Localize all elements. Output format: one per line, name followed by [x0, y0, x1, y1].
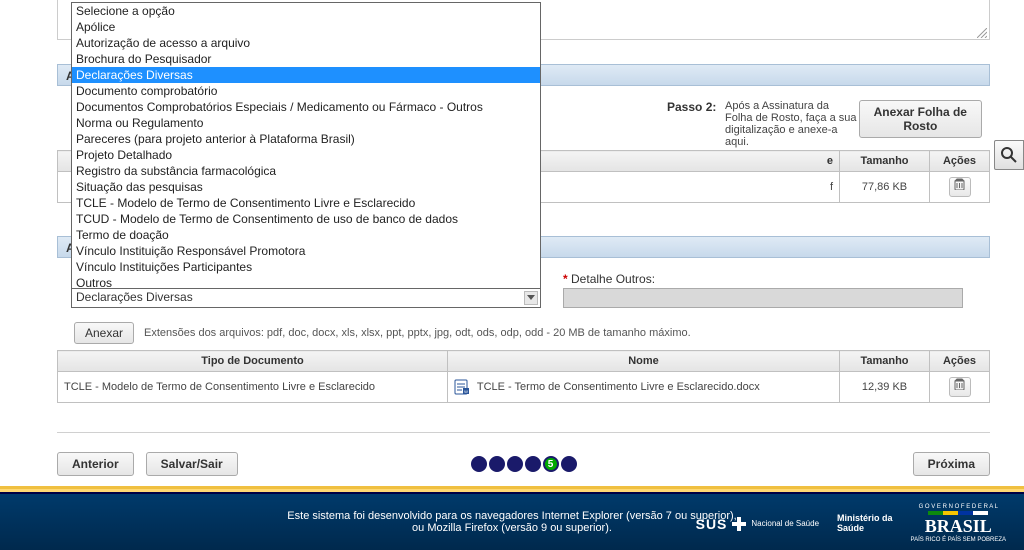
- footer-text: Este sistema foi desenvolvido para os na…: [287, 510, 736, 534]
- file-size-cell: 77,86 KB: [840, 172, 930, 203]
- dropdown-option[interactable]: Autorização de acesso a arquivo: [72, 35, 540, 51]
- passo2-text: Após a Assinatura da Folha de Rosto, faç…: [717, 100, 859, 148]
- tipo-documento-dropdown-list[interactable]: Selecione a opçãoApóliceAutorização de a…: [71, 2, 541, 292]
- documentos-table: Tipo de Documento Nome Tamanho Ações TCL…: [57, 350, 990, 403]
- resize-handle-icon[interactable]: [977, 27, 987, 37]
- svg-text:W: W: [464, 389, 468, 394]
- col-acoes-header: Ações: [930, 151, 990, 172]
- tipo-documento-select[interactable]: Declarações Diversas: [71, 288, 541, 308]
- select-value: Declarações Diversas: [76, 290, 193, 304]
- trash-icon: [954, 378, 965, 390]
- doc-size-cell: 12,39 KB: [840, 372, 930, 403]
- step-4[interactable]: [525, 456, 541, 472]
- col-tipo-header: Tipo de Documento: [58, 351, 448, 372]
- table-header-row: Tipo de Documento Nome Tamanho Ações: [58, 351, 990, 372]
- doc-tipo-cell: TCLE - Modelo de Termo de Consentimento …: [58, 372, 448, 403]
- doc-nome-cell: W TCLE - Termo de Consentimento Livre e …: [448, 372, 840, 403]
- docx-icon: W: [454, 379, 470, 395]
- dropdown-option[interactable]: Vínculo Instituições Participantes: [72, 259, 540, 275]
- chevron-down-icon: [524, 291, 538, 305]
- col-acoes-header: Ações: [930, 351, 990, 372]
- trash-icon: [954, 178, 965, 190]
- anexar-hint: Extensões dos arquivos: pdf, doc, docx, …: [144, 327, 691, 339]
- anexar-folha-rosto-button[interactable]: Anexar Folha de Rosto: [859, 100, 982, 138]
- dropdown-option[interactable]: Termo de doação: [72, 227, 540, 243]
- table-row: TCLE - Modelo de Termo de Consentimento …: [58, 372, 990, 403]
- dropdown-option[interactable]: Documentos Comprobatórios Especiais / Me…: [72, 99, 540, 115]
- brasil-logo: G O V E R N O F E D E R A L BRASIL PAÍS …: [911, 504, 1006, 543]
- sus-logo: SUS Nacional de Saúde: [696, 516, 819, 532]
- step-3[interactable]: [507, 456, 523, 472]
- step-2[interactable]: [489, 456, 505, 472]
- step-1[interactable]: [471, 456, 487, 472]
- zoom-button[interactable]: [994, 140, 1024, 170]
- detalhe-outros-label: * Detalhe Outros:: [563, 272, 655, 286]
- proxima-button[interactable]: Próxima: [913, 452, 990, 476]
- dropdown-option[interactable]: Selecione a opção: [72, 3, 540, 19]
- step-6[interactable]: [561, 456, 577, 472]
- footer: Este sistema foi desenvolvido para os na…: [0, 494, 1024, 550]
- step-5-active[interactable]: 5: [543, 456, 559, 472]
- dropdown-option[interactable]: Projeto Detalhado: [72, 147, 540, 163]
- dropdown-option[interactable]: Registro da substância farmacológica: [72, 163, 540, 179]
- dropdown-option[interactable]: Vínculo Instituição Responsável Promotor…: [72, 243, 540, 259]
- dropdown-option[interactable]: Brochura do Pesquisador: [72, 51, 540, 67]
- dropdown-option[interactable]: Documento comprobatório: [72, 83, 540, 99]
- dropdown-option[interactable]: Pareceres (para projeto anterior à Plata…: [72, 131, 540, 147]
- footer-stripe: [0, 486, 1024, 494]
- delete-button[interactable]: [949, 177, 971, 197]
- plus-icon: [731, 516, 747, 532]
- detalhe-outros-input[interactable]: [563, 288, 963, 308]
- delete-button[interactable]: [949, 377, 971, 397]
- anexar-button[interactable]: Anexar: [74, 322, 134, 344]
- dropdown-option[interactable]: Situação das pesquisas: [72, 179, 540, 195]
- col-tamanho-header: Tamanho: [840, 351, 930, 372]
- anterior-button[interactable]: Anterior: [57, 452, 134, 476]
- step-indicator: 5: [471, 456, 577, 472]
- ministerio-saude-logo: Ministério da Saúde: [837, 514, 893, 534]
- magnifier-icon: [1000, 146, 1018, 164]
- dropdown-option[interactable]: TCLE - Modelo de Termo de Consentimento …: [72, 195, 540, 211]
- dropdown-option[interactable]: TCUD - Modelo de Termo de Consentimento …: [72, 211, 540, 227]
- col-nome-header: Nome: [448, 351, 840, 372]
- dropdown-option[interactable]: Apólice: [72, 19, 540, 35]
- dropdown-option[interactable]: Declarações Diversas: [72, 67, 540, 83]
- passo2-label: Passo 2:: [667, 100, 717, 114]
- dropdown-option[interactable]: Norma ou Regulamento: [72, 115, 540, 131]
- col-tamanho-header: Tamanho: [840, 151, 930, 172]
- salvar-sair-button[interactable]: Salvar/Sair: [146, 452, 238, 476]
